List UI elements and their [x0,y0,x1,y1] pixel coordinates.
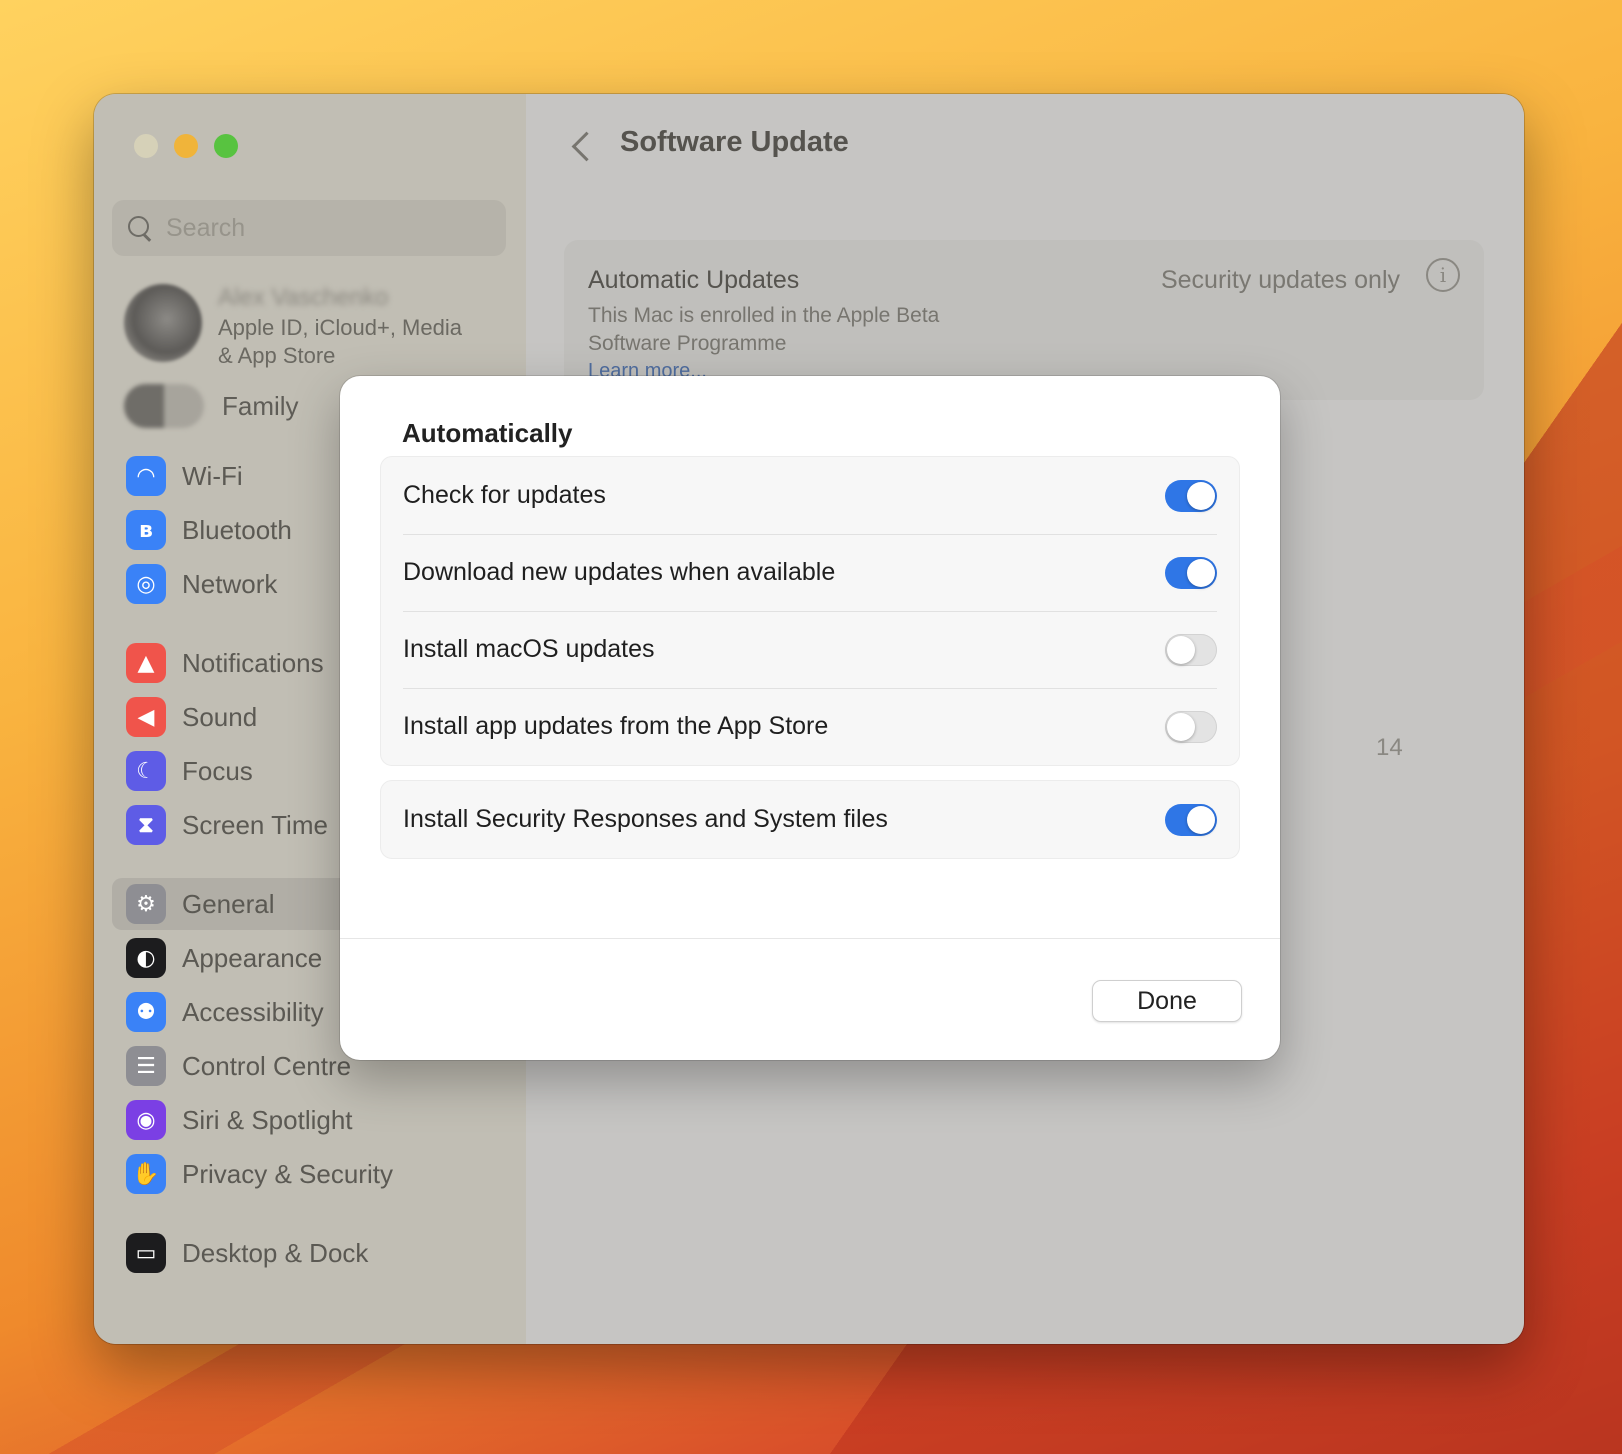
bluetooth-icon: ʙ [126,510,166,550]
accessibility-icon: ⚉ [126,992,166,1032]
sidebar-item-label: Family [222,390,299,421]
sidebar-item-label: General [182,888,275,919]
minimize-window-button[interactable] [174,134,198,158]
automatic-updates-title: Automatic Updates [588,266,800,294]
option-row-security-responses: Install Security Responses and System fi… [381,781,1239,858]
option-label: Download new updates when available [403,558,836,586]
sidebar-item-label: Privacy & Security [182,1158,393,1189]
sidebar-item-family[interactable]: Family [124,384,299,428]
option-label: Check for updates [403,481,606,509]
beta-enrollment-text: This Mac is enrolled in the Apple Beta S… [588,304,940,355]
sidebar-item-label: Notifications [182,647,324,678]
account-name: Alex Vaschenko [218,284,389,311]
sidebar-item-label: Control Centre [182,1050,352,1081]
check-for-updates-toggle[interactable] [1165,479,1217,512]
automatic-updates-value: Security updates only [1160,266,1400,294]
sidebar-item-desktop-dock[interactable]: ▭ Desktop & Dock [112,1227,506,1279]
sidebar-item-label: Siri & Spotlight [182,1104,353,1135]
sidebar-item-label: Bluetooth [182,514,292,545]
sidebar-item-label: Network [182,568,278,599]
search-icon [126,214,154,242]
sidebar-item-label: Appearance [182,942,323,973]
bell-icon: ▲ [126,643,166,683]
search-field[interactable] [112,200,506,256]
apple-id-account[interactable]: Alex Vaschenko Apple ID, iCloud+, Media … [124,284,462,370]
sheet-title: Automatically [402,418,573,448]
control-centre-icon: ☰ [126,1046,166,1086]
account-subtitle: & App Store [218,343,336,368]
hand-icon: ✋ [126,1154,166,1194]
install-macos-updates-toggle[interactable] [1165,633,1217,666]
dock-icon: ▭ [126,1233,166,1273]
family-avatars [124,384,204,428]
obscured-text: 14 [1376,734,1403,761]
sidebar-item-label: Sound [182,701,258,732]
download-updates-toggle[interactable] [1165,556,1217,589]
hourglass-icon: ⧗ [126,805,166,845]
sidebar-item-label: Screen Time [182,809,328,840]
option-label: Install macOS updates [403,635,655,663]
option-row-install-macos: Install macOS updates [381,611,1239,688]
sidebar-item-label: Desktop & Dock [182,1237,369,1268]
option-row-check-updates: Check for updates [381,457,1239,534]
sidebar-item-siri-spotlight[interactable]: ◉ Siri & Spotlight [112,1094,506,1146]
sheet-divider [340,938,1280,939]
option-label: Install Security Responses and System fi… [403,805,888,833]
automatic-updates-sheet: Automatically Check for updates Download… [340,376,1280,1060]
window-controls [134,134,238,158]
moon-icon: ☾ [126,751,166,791]
search-input[interactable] [166,213,466,243]
siri-icon: ◉ [126,1100,166,1140]
option-row-download-updates: Download new updates when available [381,534,1239,611]
close-window-button[interactable] [134,134,158,158]
speaker-icon: ◀ [126,697,166,737]
sidebar-item-privacy-security[interactable]: ✋ Privacy & Security [112,1148,506,1200]
sidebar-item-label: Focus [182,755,253,786]
appearance-icon: ◐ [126,938,166,978]
globe-icon: ◎ [126,564,166,604]
option-label: Install app updates from the App Store [403,712,829,740]
install-app-updates-toggle[interactable] [1165,710,1217,743]
security-responses-toggle[interactable] [1165,803,1217,836]
sidebar-item-label: Wi-Fi [182,460,243,491]
done-button[interactable]: Done [1092,980,1242,1022]
zoom-window-button[interactable] [214,134,238,158]
info-icon[interactable]: i [1426,258,1460,292]
account-subtitle: Apple ID, iCloud+, Media [218,315,462,340]
sidebar-item-label: Accessibility [182,996,324,1027]
gear-icon: ⚙ [126,884,166,924]
option-row-install-app-updates: Install app updates from the App Store [381,688,1239,765]
update-options-group: Check for updates Download new updates w… [380,456,1240,766]
back-button[interactable] [566,128,596,164]
avatar [124,284,202,362]
security-options-group: Install Security Responses and System fi… [380,780,1240,859]
wifi-icon: ◠ [126,456,166,496]
page-title: Software Update [620,126,849,158]
